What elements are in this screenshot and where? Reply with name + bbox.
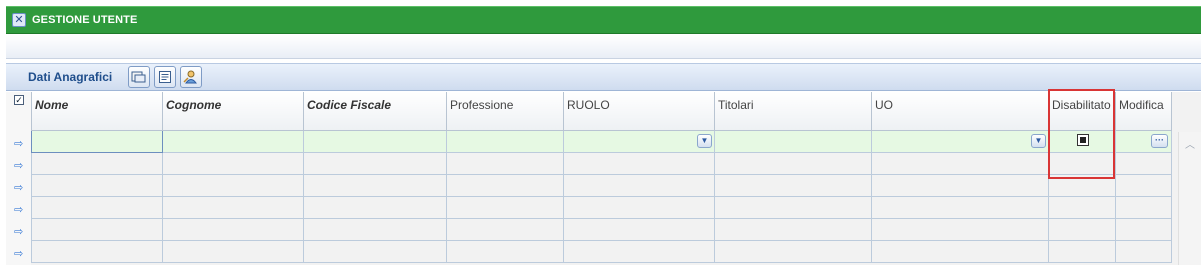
table-cell[interactable] [1048, 217, 1116, 241]
table-cell[interactable] [1115, 217, 1172, 241]
toolbar-strip [6, 35, 1201, 59]
user-edit-button[interactable] [180, 66, 203, 88]
disabilitato-cell [1048, 129, 1116, 153]
table-cell[interactable] [162, 173, 304, 197]
column-header-professione[interactable]: Professione [446, 92, 564, 131]
data-grid: ✓ ⇨ ⇨ ⇨ ⇨ ⇨ ⇨ Nome Cognome Codice Fiscal… [6, 92, 1201, 265]
table-cell[interactable] [714, 173, 872, 197]
table-cell[interactable] [31, 239, 163, 263]
table-cell[interactable] [303, 239, 447, 263]
table-cell[interactable] [1115, 195, 1172, 219]
table-row [31, 195, 1172, 219]
titolari-input[interactable] [714, 129, 872, 153]
window-title: GESTIONE UTENTE [32, 14, 138, 26]
table-row [31, 173, 1172, 197]
list-document-icon [159, 71, 172, 83]
column-header-disabilitato[interactable]: Disabilitato [1048, 92, 1116, 131]
row-arrow-icon[interactable]: ⇨ [14, 248, 26, 260]
chevron-down-icon[interactable]: ▼ [1031, 133, 1046, 148]
disabilitato-checkbox[interactable] [1077, 133, 1089, 146]
table-cell[interactable] [714, 195, 872, 219]
table-cell[interactable] [871, 173, 1049, 197]
table-cell[interactable] [714, 151, 872, 175]
table-cell[interactable] [303, 195, 447, 219]
row-arrow-icon[interactable]: ⇨ [14, 138, 26, 150]
row-indicator-column: ✓ ⇨ ⇨ ⇨ ⇨ ⇨ ⇨ [6, 92, 31, 265]
column-header-cognome[interactable]: Cognome [162, 92, 304, 131]
select-all-checkbox[interactable]: ✓ [14, 95, 24, 105]
open-folder-button[interactable] [128, 66, 151, 88]
more-options-button[interactable]: ··· [1151, 133, 1168, 148]
table-cell[interactable] [563, 217, 715, 241]
cognome-input[interactable] [162, 129, 304, 153]
open-folder-icon [131, 71, 146, 83]
vertical-scrollbar[interactable]: ︿ [1178, 132, 1201, 265]
table-cell[interactable] [303, 151, 447, 175]
user-edit-icon [183, 70, 198, 84]
table-cell[interactable] [162, 195, 304, 219]
table-row-editing: ▼ ▼ ··· [31, 129, 1172, 153]
column-header-nome[interactable]: Nome [31, 92, 163, 131]
table-cell[interactable] [303, 173, 447, 197]
table-cell[interactable] [563, 151, 715, 175]
codice-fiscale-input[interactable] [303, 129, 447, 153]
row-arrow-icon[interactable]: ⇨ [14, 204, 26, 216]
table-cell[interactable] [162, 239, 304, 263]
section-title: Dati Anagrafici [28, 70, 113, 84]
table-cell[interactable] [563, 195, 715, 219]
table-cell[interactable] [31, 173, 163, 197]
row-arrow-icon[interactable]: ⇨ [14, 226, 26, 238]
ruolo-select[interactable]: ▼ [563, 129, 715, 153]
table-cell[interactable] [1048, 195, 1116, 219]
table-cell[interactable] [446, 151, 564, 175]
table-cell[interactable] [1115, 173, 1172, 197]
table-cell[interactable] [1048, 173, 1116, 197]
column-header-titolari[interactable]: Titolari [714, 92, 872, 131]
table-cell[interactable] [1048, 239, 1116, 263]
list-document-button[interactable] [154, 66, 177, 88]
chevron-down-icon[interactable]: ▼ [697, 133, 712, 148]
table-cell[interactable] [563, 239, 715, 263]
table-cell[interactable] [871, 217, 1049, 241]
table-row [31, 151, 1172, 175]
table-cell[interactable] [563, 173, 715, 197]
table-cell[interactable] [446, 173, 564, 197]
row-arrow-icon[interactable]: ⇨ [14, 160, 26, 172]
chevron-up-icon[interactable]: ︿ [1185, 136, 1195, 151]
table-cell[interactable] [1115, 151, 1172, 175]
table-cell[interactable] [871, 151, 1049, 175]
table-cell[interactable] [303, 217, 447, 241]
close-icon[interactable]: ✕ [12, 13, 26, 27]
table-cell[interactable] [446, 195, 564, 219]
table-cell[interactable] [446, 239, 564, 263]
table-cell[interactable] [446, 217, 564, 241]
table-row [31, 217, 1172, 241]
nome-input[interactable] [31, 129, 163, 153]
modifica-cell: ··· [1115, 129, 1172, 153]
table-cell[interactable] [871, 239, 1049, 263]
table-cell[interactable] [162, 217, 304, 241]
window-titlebar: ✕ GESTIONE UTENTE [6, 6, 1201, 34]
table-cell[interactable] [871, 195, 1049, 219]
section-header: Dati Anagrafici [6, 63, 1201, 91]
table-row [31, 239, 1172, 263]
table-cell[interactable] [714, 217, 872, 241]
table-cell[interactable] [162, 151, 304, 175]
column-header-uo[interactable]: UO [871, 92, 1049, 131]
uo-select[interactable]: ▼ [871, 129, 1049, 153]
table-cell[interactable] [714, 239, 872, 263]
table-cell[interactable] [31, 217, 163, 241]
column-header-ruolo[interactable]: RUOLO [563, 92, 715, 131]
table-cell[interactable] [31, 195, 163, 219]
professione-input[interactable] [446, 129, 564, 153]
column-header-codice-fiscale[interactable]: Codice Fiscale [303, 92, 447, 131]
table-cell[interactable] [1048, 151, 1116, 175]
table-cell[interactable] [31, 151, 163, 175]
table-cell[interactable] [1115, 239, 1172, 263]
row-arrow-icon[interactable]: ⇨ [14, 182, 26, 194]
column-header-modifica[interactable]: Modifica [1115, 92, 1172, 131]
users-table: Nome Cognome Codice Fiscale Professione … [31, 92, 1172, 263]
